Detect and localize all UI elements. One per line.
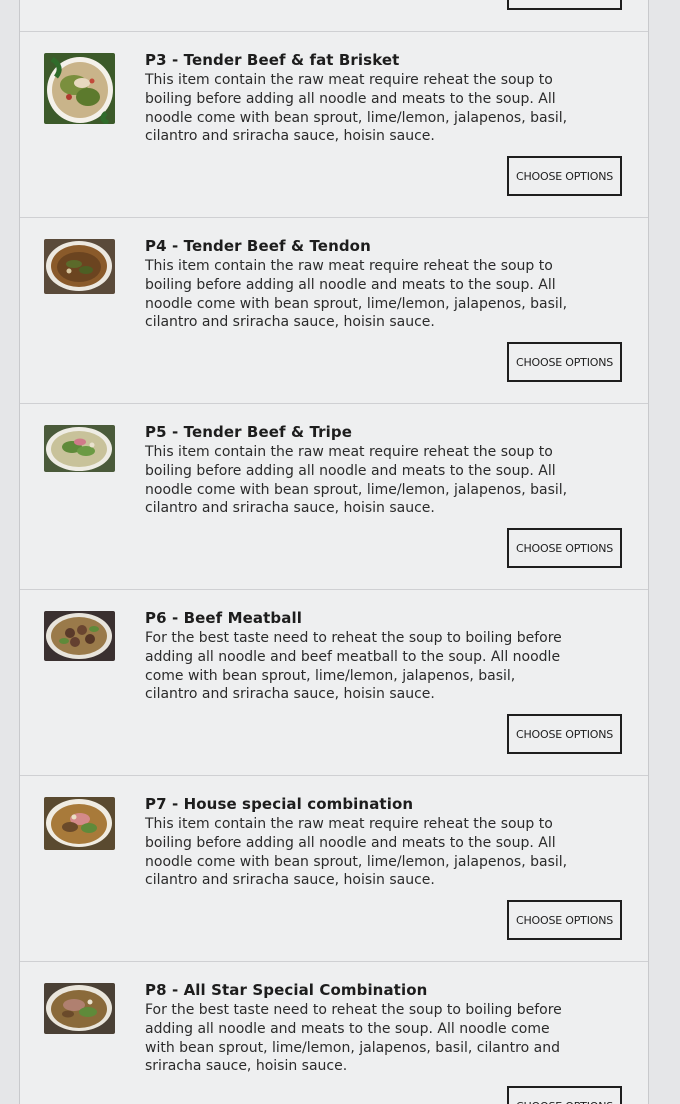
product-title[interactable]: P7 - House special combination <box>145 795 413 813</box>
choose-options-button[interactable]: Choose Options <box>507 528 622 568</box>
choose-options-button[interactable]: Choose Options <box>507 342 622 382</box>
product-title[interactable]: P5 - Tender Beef & Tripe <box>145 423 352 441</box>
product-card: P8 - All Star Special Combination For th… <box>20 962 648 1104</box>
product-thumbnail[interactable] <box>44 53 115 124</box>
product-description: For the best taste need to reheat the so… <box>145 630 562 703</box>
product-card: P3 - Tender Beef & fat Brisket This item… <box>20 32 648 218</box>
product-card: P6 - Beef Meatball For the best taste ne… <box>20 590 648 776</box>
product-thumbnail[interactable] <box>44 983 115 1034</box>
choose-options-button[interactable]: Choose Options <box>507 1086 622 1104</box>
pho-bowl-image <box>44 611 115 661</box>
product-description: For the best taste need to reheat the so… <box>145 1002 562 1075</box>
product-card: P5 - Tender Beef & Tripe This item conta… <box>20 404 648 590</box>
product-description: This item contain the raw meat require r… <box>145 444 568 517</box>
product-title[interactable]: P4 - Tender Beef & Tendon <box>145 237 371 255</box>
product-description: This item contain the raw meat require r… <box>145 72 568 145</box>
pho-bowl-image <box>44 983 115 1034</box>
product-list-page: Choose Options P3 - Tender Beef & fa <box>0 0 680 1104</box>
product-description: This item contain the raw meat require r… <box>145 258 568 331</box>
product-card: P4 - Tender Beef & Tendon This item cont… <box>20 218 648 404</box>
choose-options-button[interactable]: Choose Options <box>507 156 622 196</box>
product-card: P7 - House special combination This item… <box>20 776 648 962</box>
product-title[interactable]: P3 - Tender Beef & fat Brisket <box>145 51 399 69</box>
product-thumbnail[interactable] <box>44 611 115 661</box>
product-thumbnail[interactable] <box>44 239 115 294</box>
pho-bowl-image <box>44 425 115 472</box>
product-thumbnail[interactable] <box>44 797 115 850</box>
pho-bowl-image <box>44 53 115 124</box>
pho-bowl-image <box>44 239 115 294</box>
product-title[interactable]: P6 - Beef Meatball <box>145 609 302 627</box>
pho-bowl-image <box>44 797 115 850</box>
choose-options-button[interactable]: Choose Options <box>507 0 622 10</box>
product-title[interactable]: P8 - All Star Special Combination <box>145 981 427 999</box>
product-thumbnail[interactable] <box>44 425 115 472</box>
choose-options-button[interactable]: Choose Options <box>507 900 622 940</box>
product-list: Choose Options P3 - Tender Beef & fa <box>19 0 649 1104</box>
product-description: This item contain the raw meat require r… <box>145 816 568 889</box>
product-card: Choose Options <box>20 0 648 32</box>
choose-options-button[interactable]: Choose Options <box>507 714 622 754</box>
